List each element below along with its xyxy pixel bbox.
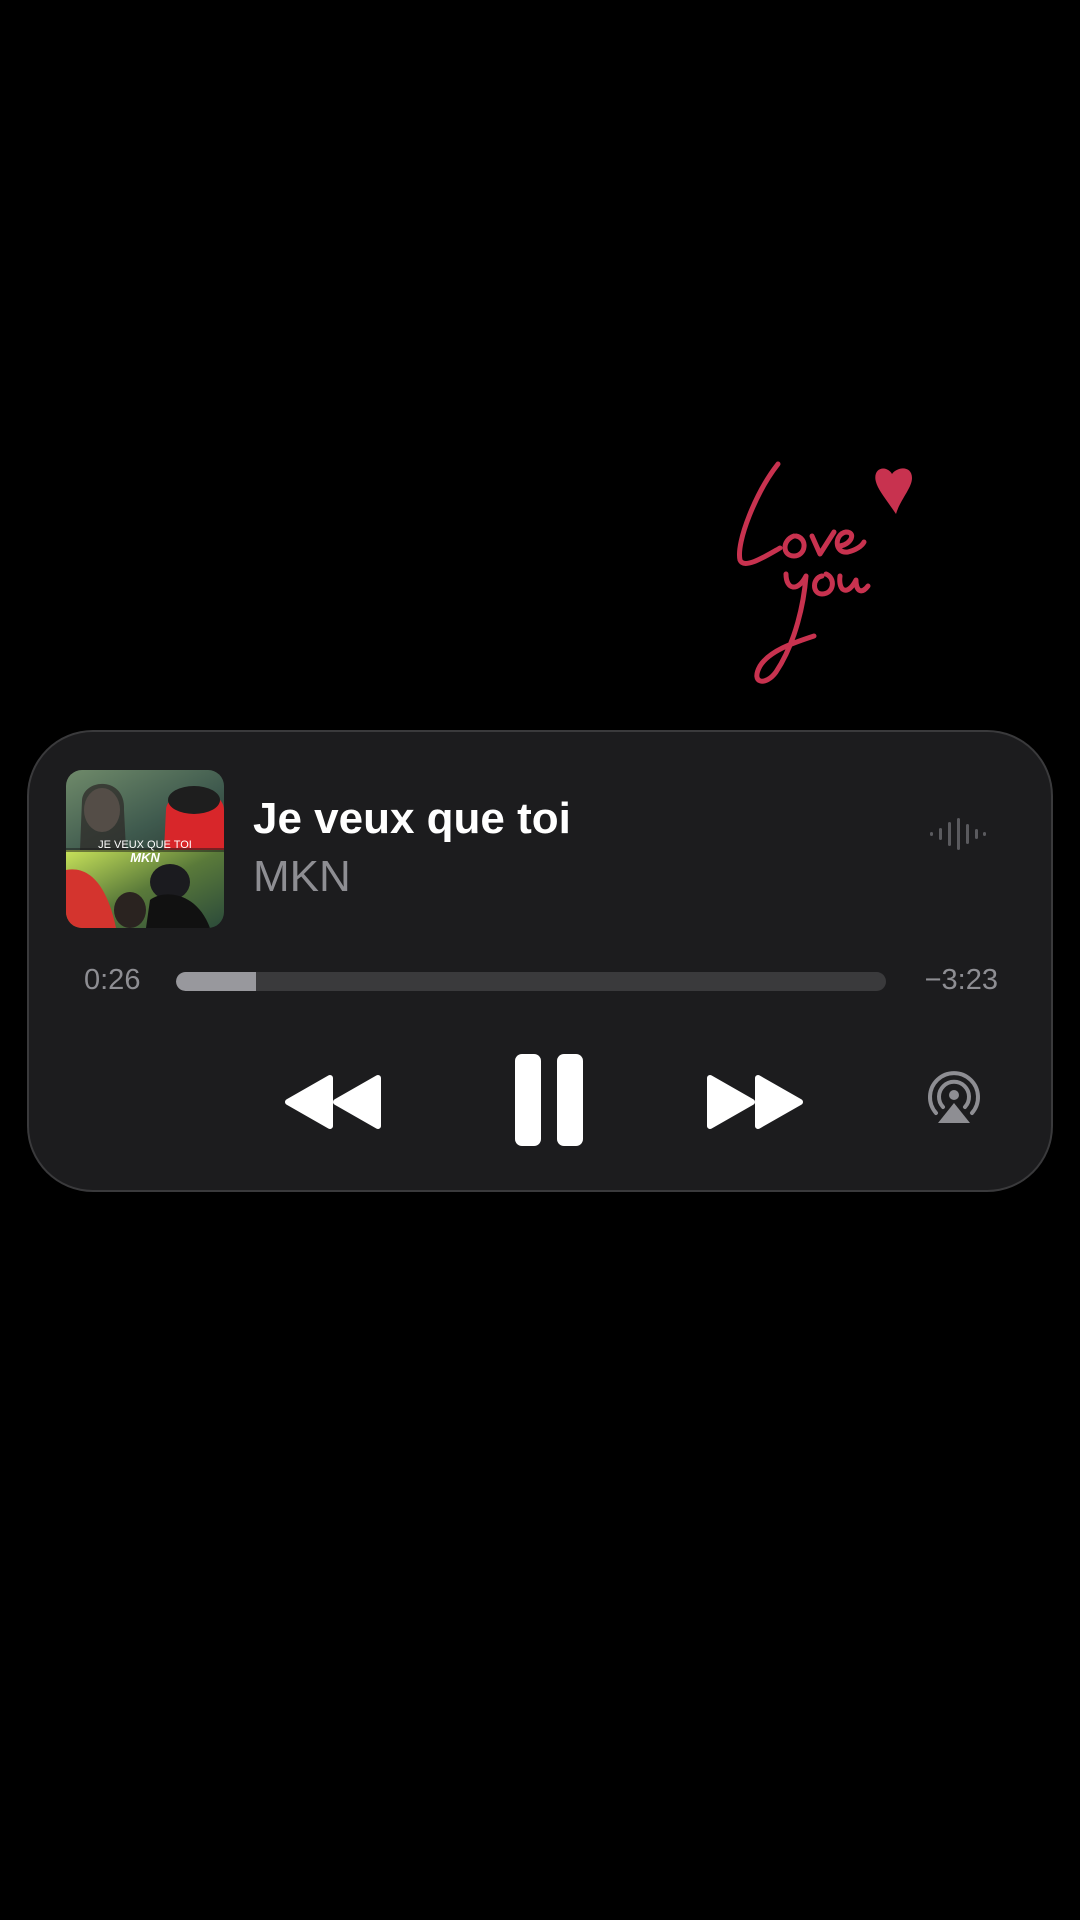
fast-forward-icon (707, 1075, 803, 1129)
progress-scrubber[interactable] (176, 972, 886, 991)
pause-button[interactable] (499, 1044, 599, 1156)
pause-icon (515, 1054, 583, 1146)
progress-fill (176, 972, 257, 991)
track-title: Je veux que toi (253, 794, 571, 843)
airplay-icon (928, 1071, 980, 1123)
svg-text:MKN: MKN (130, 850, 160, 865)
remaining-time: −3:23 (924, 964, 998, 996)
fast-forward-button[interactable] (699, 1062, 809, 1142)
waveform-icon (930, 818, 986, 850)
love-you-sticker (736, 461, 912, 684)
rewind-button[interactable] (279, 1062, 389, 1142)
elapsed-time: 0:26 (84, 964, 141, 996)
airplay-button[interactable] (919, 1062, 989, 1132)
rewind-icon (285, 1075, 381, 1129)
screen: JE VEUX QUE TOI MKN Je veux que toi MKN … (0, 0, 1080, 1920)
now-playing-widget[interactable]: JE VEUX QUE TOI MKN Je veux que toi MKN … (29, 732, 1051, 1190)
track-artist: MKN (253, 852, 351, 901)
album-artwork[interactable]: JE VEUX QUE TOI MKN (66, 770, 224, 928)
